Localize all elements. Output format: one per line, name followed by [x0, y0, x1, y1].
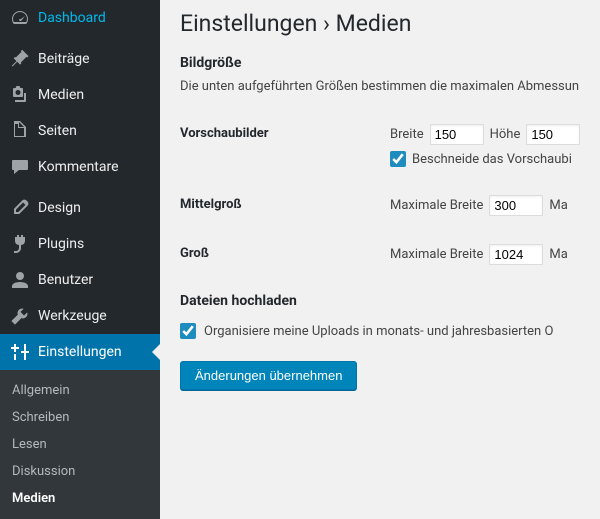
page-icon	[10, 121, 30, 141]
sidebar-item-label: Kommentare	[38, 159, 119, 175]
organize-uploads-label: Organisiere meine Uploads in monats- und…	[204, 324, 553, 339]
organize-uploads-checkbox[interactable]	[180, 323, 196, 339]
page-title: Einstellungen › Medien	[180, 10, 600, 37]
media-icon	[10, 85, 30, 105]
sidebar-item-media[interactable]: Medien	[0, 77, 160, 113]
sidebar-item-plugins[interactable]: Plugins	[0, 226, 160, 262]
large-trail: Ma	[549, 247, 567, 262]
admin-sidebar: Dashboard Beiträge Medien Seiten Komment…	[0, 0, 160, 515]
medium-label: Mittelgroß	[180, 195, 390, 212]
submenu-item-discussion[interactable]: Diskussion	[0, 458, 160, 485]
plug-icon	[10, 234, 30, 254]
sidebar-item-label: Plugins	[38, 236, 84, 252]
sidebar-item-users[interactable]: Benutzer	[0, 262, 160, 298]
thumbnail-width-input[interactable]	[430, 124, 484, 145]
sidebar-item-posts[interactable]: Beiträge	[0, 41, 160, 77]
sidebar-item-label: Werkzeuge	[38, 308, 107, 324]
user-icon	[10, 270, 30, 290]
max-width-label: Maximale Breite	[390, 247, 483, 262]
sidebar-item-tools[interactable]: Werkzeuge	[0, 298, 160, 334]
save-button[interactable]: Änderungen übernehmen	[180, 361, 357, 390]
sidebar-item-label: Design	[38, 200, 81, 216]
thumbnail-crop-checkbox[interactable]	[390, 151, 406, 167]
submenu-item-writing[interactable]: Schreiben	[0, 404, 160, 431]
medium-trail: Ma	[549, 198, 567, 213]
settings-submenu: Allgemein Schreiben Lesen Diskussion Med…	[0, 370, 160, 519]
dashboard-icon	[10, 8, 30, 28]
main-content: Einstellungen › Medien Bildgröße Die unt…	[160, 0, 600, 515]
sidebar-item-dashboard[interactable]: Dashboard	[0, 0, 160, 36]
submenu-item-reading[interactable]: Lesen	[0, 431, 160, 458]
large-label: Groß	[180, 244, 390, 261]
section-upload: Dateien hochladen	[180, 293, 600, 309]
thumbnail-crop-label: Beschneide das Vorschaubi	[412, 152, 572, 167]
sizes-description: Die unten aufgeführten Größen bestimmen …	[180, 79, 600, 94]
sidebar-item-label: Dashboard	[38, 10, 106, 26]
thumbnail-height-input[interactable]	[526, 124, 580, 145]
thumbnail-label: Vorschaubilder	[180, 124, 390, 141]
sidebar-item-appearance[interactable]: Design	[0, 190, 160, 226]
max-width-label: Maximale Breite	[390, 198, 483, 213]
sidebar-item-label: Benutzer	[38, 272, 93, 288]
sidebar-item-label: Seiten	[38, 123, 77, 139]
submenu-item-media[interactable]: Medien	[0, 485, 160, 512]
medium-width-input[interactable]	[489, 195, 543, 216]
sidebar-item-comments[interactable]: Kommentare	[0, 149, 160, 185]
submenu-item-general[interactable]: Allgemein	[0, 377, 160, 404]
large-width-input[interactable]	[489, 244, 543, 265]
sidebar-item-settings[interactable]: Einstellungen	[0, 334, 160, 370]
height-label: Höhe	[490, 127, 521, 142]
section-image-sizes: Bildgröße	[180, 55, 600, 71]
pin-icon	[10, 49, 30, 69]
wrench-icon	[10, 306, 30, 326]
sidebar-item-label: Medien	[38, 87, 84, 103]
comments-icon	[10, 157, 30, 177]
sidebar-item-label: Einstellungen	[38, 344, 122, 360]
brush-icon	[10, 198, 30, 218]
width-label: Breite	[390, 127, 424, 142]
sliders-icon	[10, 342, 30, 362]
sidebar-item-pages[interactable]: Seiten	[0, 113, 160, 149]
sidebar-item-label: Beiträge	[38, 51, 90, 67]
